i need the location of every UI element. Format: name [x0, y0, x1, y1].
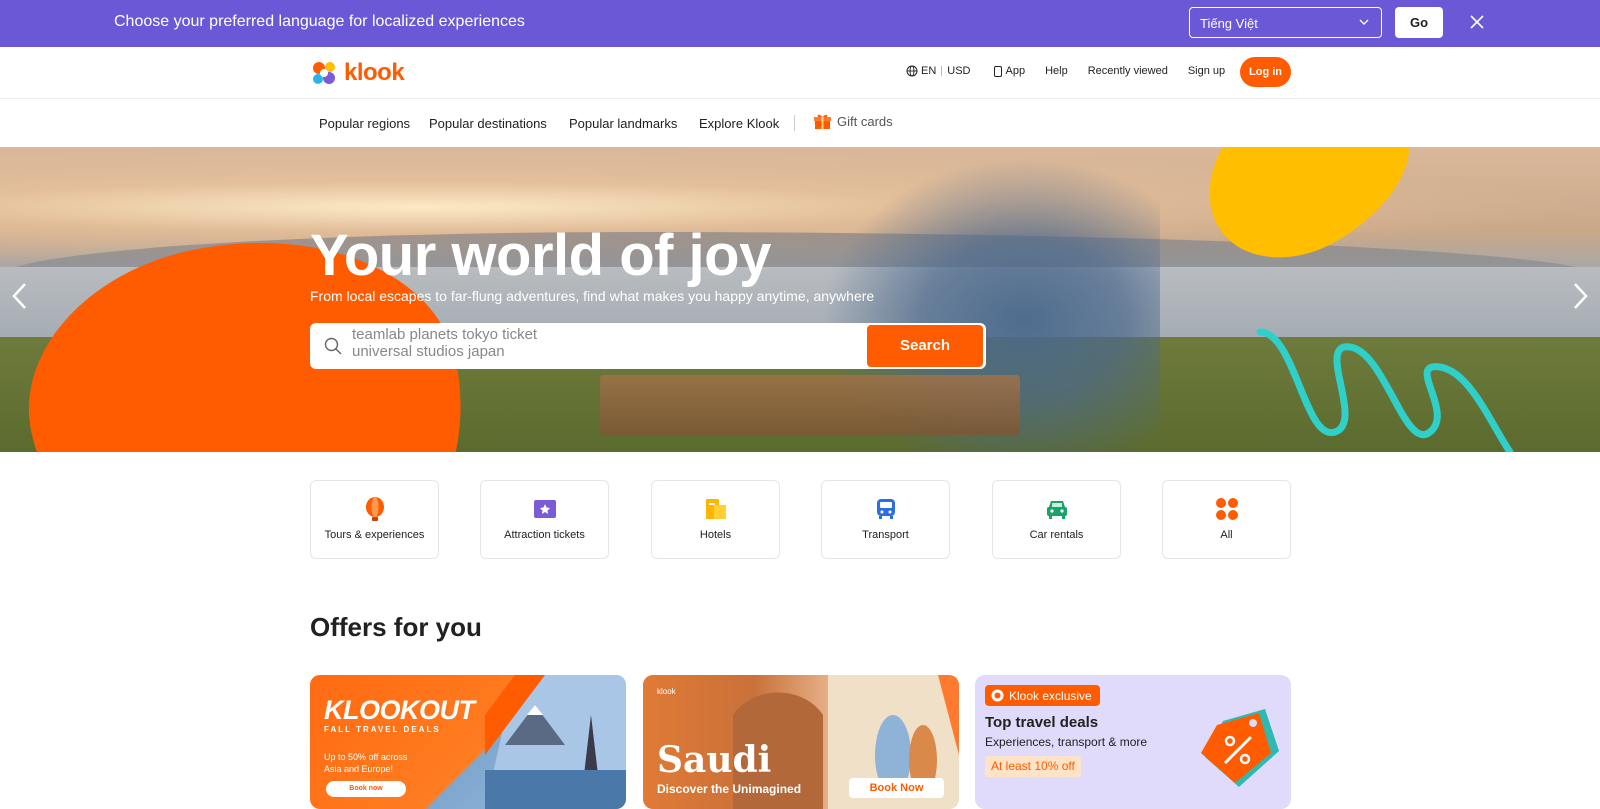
- offers-title: Offers for you: [310, 612, 482, 642]
- klook-logo-text: klook: [344, 59, 405, 86]
- login-button[interactable]: Log in: [1240, 57, 1291, 87]
- nav-popular-destinations[interactable]: Popular destinations: [429, 116, 547, 131]
- category-attraction-tickets[interactable]: Attraction tickets: [480, 480, 609, 559]
- language-currency[interactable]: EN USD: [906, 65, 971, 77]
- offer-discount: At least 10% off: [985, 756, 1081, 777]
- hero-picnic-table: [600, 375, 1020, 435]
- category-car-rentals[interactable]: Car rentals: [992, 480, 1121, 559]
- offer-detail: Up to 50% off across Asia and Europe!: [324, 752, 408, 774]
- klook-logo[interactable]: klook: [310, 58, 405, 88]
- chevron-right-icon[interactable]: [1570, 280, 1590, 312]
- klook-badge-icon: [991, 689, 1004, 702]
- help-link[interactable]: Help: [1045, 65, 1068, 77]
- language-select[interactable]: Tiếng Việt: [1189, 7, 1382, 38]
- teal-squiggle-shape: [1256, 328, 1514, 452]
- hero-title: Your world of joy: [310, 223, 771, 288]
- exclusive-badge: Klook exclusive: [985, 685, 1100, 706]
- currency-code: USD: [947, 65, 971, 77]
- signup-link[interactable]: Sign up: [1188, 65, 1225, 77]
- app-link-label: App: [1005, 65, 1026, 77]
- hero-subtitle: From local escapes to far-flung adventur…: [310, 288, 875, 304]
- mountain-eiffel-image: [485, 675, 626, 809]
- hero-banner: Your world of joy From local escapes to …: [0, 147, 1600, 452]
- app-link[interactable]: App: [993, 65, 1026, 77]
- klook-logo-icon: [313, 62, 335, 84]
- hotel-icon: [706, 499, 726, 519]
- offer-card-saudi[interactable]: klook Saudi Discover the Unimagined Book…: [643, 675, 959, 809]
- category-tours-experiences[interactable]: Tours & experiences: [310, 480, 439, 559]
- category-hotels[interactable]: Hotels: [651, 480, 780, 559]
- globe-icon: [906, 65, 918, 77]
- search-suggestion-1: teamlab planets tokyo ticket: [352, 326, 538, 343]
- main-nav: Popular regions Popular destinations Pop…: [0, 99, 1600, 147]
- go-button[interactable]: Go: [1395, 7, 1443, 38]
- nav-explore-klook[interactable]: Explore Klook: [699, 116, 779, 131]
- language-banner: Choose your preferred language for local…: [0, 0, 1600, 47]
- offer-title: Top travel deals: [985, 714, 1099, 731]
- divider: [941, 66, 943, 76]
- offer-tagline: FALL TRAVEL DEALS: [324, 725, 441, 734]
- search-button[interactable]: Search: [867, 325, 983, 367]
- header-links: EN USD App Help Recently viewed Sign up: [906, 65, 1225, 77]
- search-suggestion-2: universal studios japan: [352, 343, 505, 360]
- top-header: klook EN USD App Help Recently viewed Si…: [0, 47, 1600, 99]
- grid-icon: [1216, 498, 1238, 520]
- category-label: Tours & experiences: [324, 529, 425, 541]
- nav-divider: [794, 115, 795, 131]
- book-now-button[interactable]: Book Now: [849, 778, 944, 798]
- car-icon: [1047, 501, 1067, 519]
- offer-logo: klook: [657, 687, 676, 696]
- language-banner-message: Choose your preferred language for local…: [114, 13, 525, 30]
- bus-icon: [877, 499, 895, 519]
- offer-subtitle: Experiences, transport & more: [985, 735, 1148, 749]
- balloon-icon: [366, 497, 384, 521]
- nav-popular-regions[interactable]: Popular regions: [319, 116, 410, 131]
- offer-card-klook-exclusive[interactable]: Klook exclusive Top travel deals Experie…: [975, 675, 1291, 809]
- offer-tagline: Discover the Unimagined: [657, 782, 802, 796]
- category-transport[interactable]: Transport: [821, 480, 950, 559]
- phone-icon: [993, 65, 1002, 77]
- category-all[interactable]: All: [1162, 480, 1291, 559]
- gift-icon: [814, 114, 831, 129]
- category-label: Attraction tickets: [504, 529, 585, 541]
- ticket-icon: [534, 500, 556, 518]
- offer-title: Saudi: [657, 739, 772, 781]
- close-icon[interactable]: [1469, 14, 1485, 30]
- nav-popular-landmarks[interactable]: Popular landmarks: [569, 116, 677, 131]
- offer-card-klookout[interactable]: KLOOKOUT FALL TRAVEL DEALS Up to 50% off…: [310, 675, 626, 809]
- exclusive-badge-label: Klook exclusive: [1009, 688, 1092, 703]
- search-icon: [324, 337, 342, 355]
- category-label: Car rentals: [1029, 529, 1084, 541]
- gift-cards-label: Gift cards: [837, 114, 893, 129]
- chevron-left-icon[interactable]: [10, 280, 30, 312]
- nav-gift-cards[interactable]: Gift cards: [814, 113, 893, 130]
- language-select-value: Tiếng Việt: [1200, 16, 1258, 31]
- category-label: Hotels: [699, 529, 732, 541]
- language-code: EN: [921, 65, 937, 77]
- offer-brand: KLOOKOUT: [324, 695, 475, 725]
- recently-viewed-link[interactable]: Recently viewed: [1088, 65, 1168, 77]
- category-label: All: [1220, 529, 1233, 541]
- discount-tag-icon: [1201, 709, 1279, 787]
- category-label: Transport: [862, 529, 909, 541]
- book-now-button[interactable]: Book now: [326, 781, 406, 797]
- chevron-down-icon: [1359, 19, 1369, 25]
